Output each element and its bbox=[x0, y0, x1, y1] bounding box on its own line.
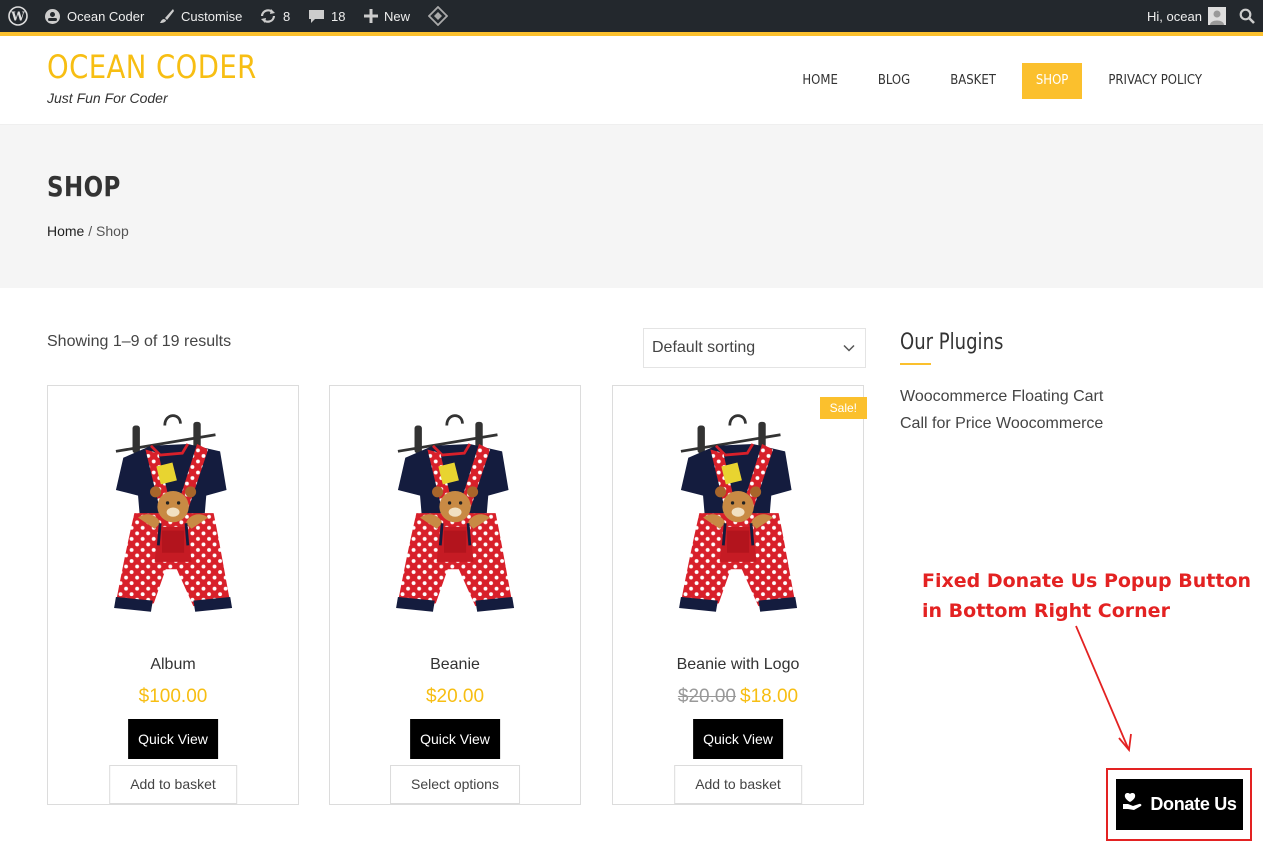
page-title: SHOP bbox=[47, 170, 121, 203]
breadcrumb-current: Shop bbox=[96, 223, 129, 239]
product-price: $20.00 $18.00 bbox=[613, 686, 863, 708]
product-name[interactable]: Album bbox=[48, 656, 298, 674]
sidebar-link-floating-cart[interactable]: Woocommerce Floating Cart bbox=[900, 388, 1103, 406]
updates-icon bbox=[259, 8, 277, 24]
select-options-button[interactable]: Select options bbox=[390, 765, 520, 804]
annotation-arrow bbox=[1075, 625, 1132, 753]
quick-view-button[interactable]: Quick View bbox=[693, 719, 783, 759]
main-navigation: HOME BLOG BASKET SHOP PRIVACY POLICY bbox=[776, 63, 1216, 99]
admin-new-label: New bbox=[384, 8, 411, 24]
comments-icon bbox=[308, 8, 325, 24]
site-tagline: Just Fun For Coder bbox=[47, 90, 168, 106]
sidebar-widget-title: Our Plugins bbox=[900, 330, 1004, 355]
add-to-basket-button[interactable]: Add to basket bbox=[674, 765, 802, 804]
diamond-icon[interactable] bbox=[428, 0, 448, 32]
product-card: Album $100.00 Quick View Add to basket bbox=[47, 385, 299, 805]
brush-icon bbox=[159, 8, 175, 24]
admin-updates-count: 8 bbox=[283, 8, 291, 24]
product-name[interactable]: Beanie bbox=[330, 656, 580, 674]
product-old-price: $20.00 bbox=[677, 686, 736, 707]
site-title[interactable]: OCEAN CODER bbox=[47, 48, 257, 86]
admin-site-link[interactable]: Ocean Coder bbox=[44, 0, 144, 32]
avatar-icon bbox=[1207, 7, 1226, 25]
nav-shop[interactable]: SHOP bbox=[1021, 63, 1083, 99]
annotation-callout: Fixed Donate Us Popup Button in Bottom R… bbox=[922, 566, 1251, 626]
donate-hand-heart-icon bbox=[1122, 792, 1144, 817]
admin-account-link[interactable]: Hi, ocean bbox=[1147, 0, 1226, 32]
product-current-price: $20.00 bbox=[425, 686, 485, 707]
svg-text:W: W bbox=[10, 10, 25, 24]
admin-bar: W Ocean Coder Customise 8 18 New Hi, oce… bbox=[0, 0, 1263, 32]
sidebar-link-call-for-price[interactable]: Call for Price Woocommerce bbox=[900, 415, 1103, 433]
nav-blog[interactable]: BLOG bbox=[864, 63, 924, 99]
donate-us-label: Donate Us bbox=[1150, 794, 1237, 814]
sale-badge: Sale! bbox=[819, 397, 867, 419]
quick-view-button[interactable]: Quick View bbox=[128, 719, 218, 759]
sorting-select[interactable]: Default sorting bbox=[643, 328, 866, 368]
admin-comments-count: 18 bbox=[331, 8, 346, 24]
page-header-band bbox=[0, 125, 1263, 288]
result-count: Showing 1–9 of 19 results bbox=[47, 333, 232, 350]
wordpress-icon[interactable]: W bbox=[8, 0, 28, 32]
search-icon[interactable] bbox=[1239, 0, 1255, 32]
product-current-price: $100.00 bbox=[138, 686, 208, 707]
product-card: Sale! Beanie with Logo $20.00 $18.00 Quic… bbox=[612, 385, 867, 805]
widget-title-underline bbox=[900, 363, 931, 365]
product-price: $20.00 bbox=[330, 686, 580, 708]
product-current-price: $18.00 bbox=[740, 686, 799, 707]
add-to-basket-button[interactable]: Add to basket bbox=[109, 765, 237, 804]
product-image[interactable] bbox=[68, 388, 280, 640]
admin-greeting: Hi, ocean bbox=[1147, 8, 1202, 24]
sorting-selected-value: Default sorting bbox=[652, 339, 756, 356]
breadcrumb: Home / Shop bbox=[47, 223, 129, 239]
plus-icon bbox=[364, 9, 378, 23]
admin-customise-link[interactable]: Customise bbox=[159, 0, 242, 32]
admin-comments-link[interactable]: 18 bbox=[308, 0, 345, 32]
nav-privacy-policy[interactable]: PRIVACY POLICY bbox=[1094, 63, 1216, 99]
product-price: $100.00 bbox=[48, 686, 298, 708]
donate-us-button[interactable]: Donate Us bbox=[1116, 779, 1243, 830]
quick-view-button[interactable]: Quick View bbox=[410, 719, 500, 759]
admin-updates-link[interactable]: 8 bbox=[259, 0, 290, 32]
product-image[interactable] bbox=[633, 388, 845, 640]
product-card: Beanie $20.00 Quick View Select options bbox=[329, 385, 581, 805]
nav-home[interactable]: HOME bbox=[788, 63, 851, 99]
annotation-line-1: Fixed Donate Us Popup Button bbox=[922, 570, 1252, 592]
product-name[interactable]: Beanie with Logo bbox=[613, 656, 863, 674]
header-accent-line bbox=[0, 32, 1263, 36]
breadcrumb-home-link[interactable]: Home bbox=[47, 223, 84, 239]
admin-customise-label: Customise bbox=[181, 8, 243, 24]
admin-site-name: Ocean Coder bbox=[67, 8, 145, 24]
admin-new-link[interactable]: New bbox=[364, 0, 410, 32]
breadcrumb-separator: / bbox=[84, 223, 97, 239]
site-icon bbox=[44, 8, 61, 25]
chevron-down-icon bbox=[843, 339, 855, 357]
product-image[interactable] bbox=[350, 388, 562, 640]
nav-basket[interactable]: BASKET bbox=[936, 63, 1010, 99]
